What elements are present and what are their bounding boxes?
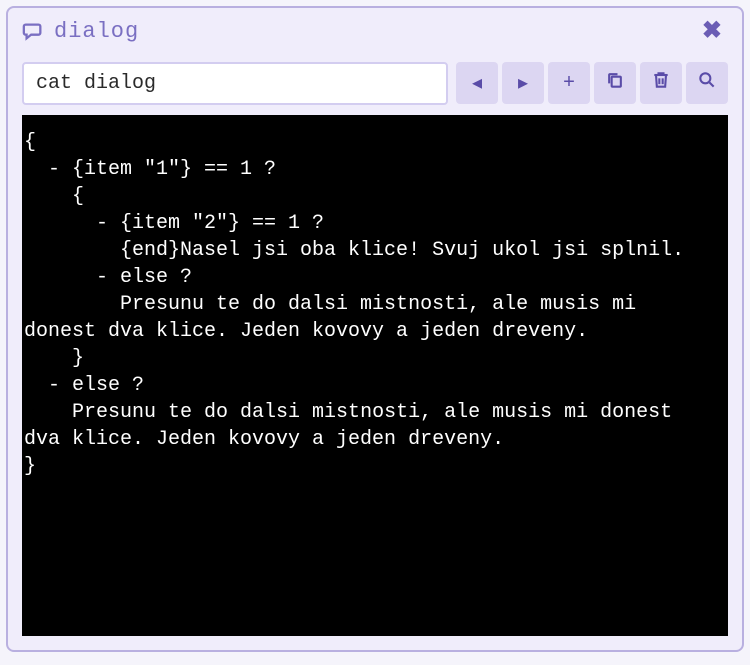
prev-button[interactable]: ◂ — [456, 62, 498, 104]
toolbar: ◂ ▸ + — [8, 56, 742, 115]
tool-buttons: ◂ ▸ + — [456, 62, 728, 105]
dialog-panel: dialog ✖ ◂ ▸ + — [6, 6, 744, 652]
panel-title: dialog — [54, 19, 686, 44]
search-icon — [697, 70, 717, 97]
plus-icon: + — [563, 72, 575, 95]
close-icon: ✖ — [702, 19, 722, 46]
close-button[interactable]: ✖ — [696, 16, 728, 46]
triangle-right-icon: ▸ — [518, 70, 528, 96]
next-button[interactable]: ▸ — [502, 62, 544, 104]
titlebar: dialog ✖ — [8, 8, 742, 56]
search-button[interactable] — [686, 62, 728, 104]
add-button[interactable]: + — [548, 62, 590, 104]
delete-button[interactable] — [640, 62, 682, 104]
trash-icon — [651, 70, 671, 97]
command-input[interactable] — [22, 62, 448, 105]
copy-button[interactable] — [594, 62, 636, 104]
console-output: { - {item "1"} == 1 ? { - {item "2"} == … — [22, 115, 728, 636]
chat-icon — [22, 20, 44, 42]
copy-icon — [605, 70, 625, 97]
triangle-left-icon: ◂ — [472, 70, 482, 96]
